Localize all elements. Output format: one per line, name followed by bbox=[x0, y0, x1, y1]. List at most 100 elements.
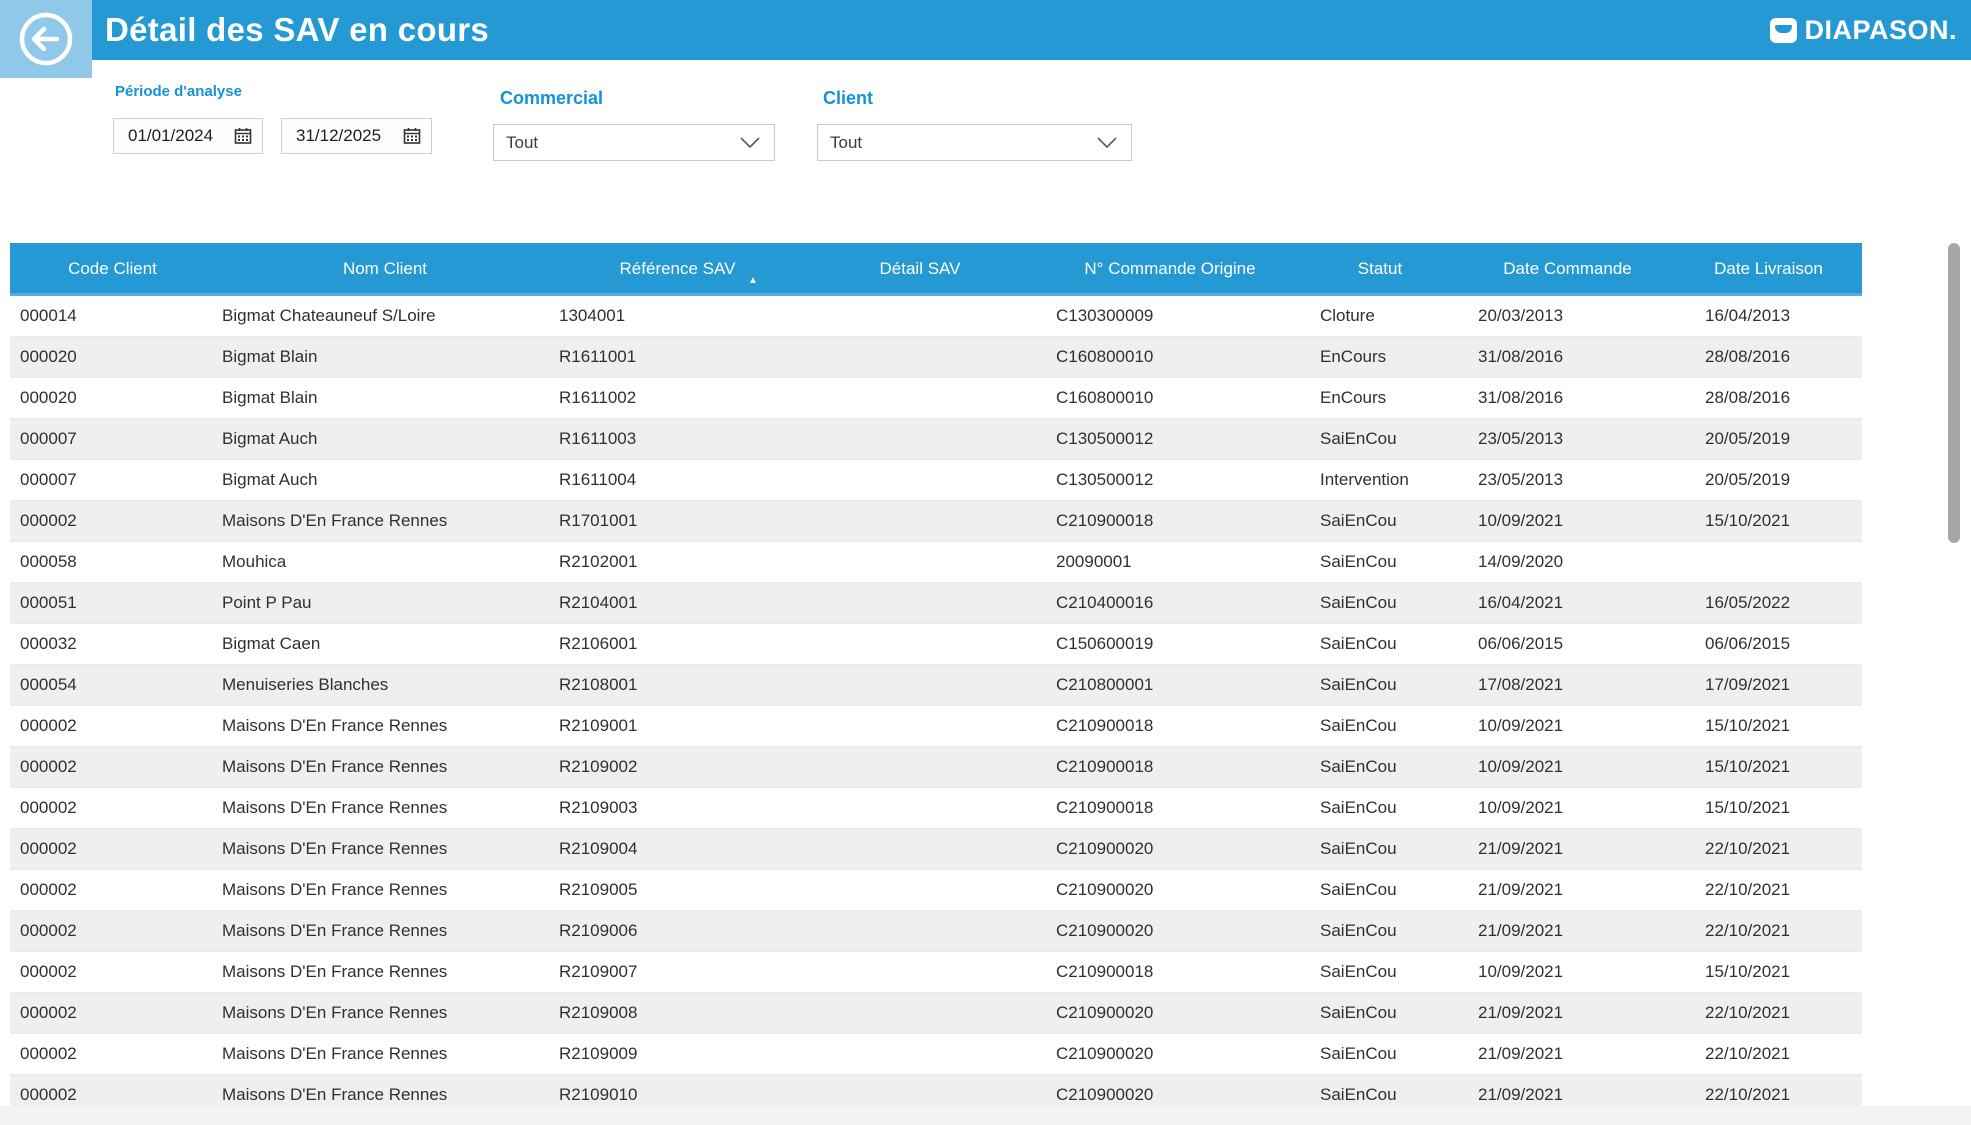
column-header-date-livraison[interactable]: Date Livraison bbox=[1675, 243, 1862, 293]
cell-date-livraison: 20/05/2019 bbox=[1675, 460, 1862, 500]
cell-statut: Intervention bbox=[1300, 460, 1460, 500]
cell-detail-sav bbox=[800, 747, 1040, 787]
table-row[interactable]: 000002Maisons D'En France RennesR2109006… bbox=[10, 911, 1862, 952]
cell-detail-sav bbox=[800, 378, 1040, 418]
cell-date-livraison: 22/10/2021 bbox=[1675, 1075, 1862, 1106]
cell-date-livraison: 20/05/2019 bbox=[1675, 419, 1862, 459]
table-row[interactable]: 000020Bigmat BlainR1611002C160800010EnCo… bbox=[10, 378, 1862, 419]
cell-nom-client: Maisons D'En France Rennes bbox=[215, 952, 555, 992]
cell-nom-client: Menuiseries Blanches bbox=[215, 665, 555, 705]
cell-detail-sav bbox=[800, 542, 1040, 582]
cell-detail-sav bbox=[800, 583, 1040, 623]
calendar-icon[interactable] bbox=[403, 127, 421, 145]
cell-statut: SaiEnCou bbox=[1300, 993, 1460, 1033]
cell-detail-sav bbox=[800, 460, 1040, 500]
cell-date-commande: 21/09/2021 bbox=[1460, 829, 1675, 869]
cell-commande-origine: 20090001 bbox=[1040, 542, 1300, 582]
chevron-down-icon bbox=[1097, 137, 1117, 149]
start-date-input[interactable]: 01/01/2024 bbox=[113, 118, 263, 154]
cell-date-commande: 10/09/2021 bbox=[1460, 706, 1675, 746]
cell-date-livraison: 28/08/2016 bbox=[1675, 337, 1862, 377]
cell-date-commande: 23/05/2013 bbox=[1460, 419, 1675, 459]
cell-reference-sav: 1304001 bbox=[555, 296, 800, 336]
cell-nom-client: Bigmat Blain bbox=[215, 378, 555, 418]
column-header-statut[interactable]: Statut bbox=[1300, 243, 1460, 293]
start-date-value: 01/01/2024 bbox=[128, 126, 213, 146]
cell-reference-sav: R1611002 bbox=[555, 378, 800, 418]
cell-nom-client: Mouhica bbox=[215, 542, 555, 582]
cell-statut: SaiEnCou bbox=[1300, 747, 1460, 787]
table-row[interactable]: 000014Bigmat Chateauneuf S/Loire1304001C… bbox=[10, 296, 1862, 337]
cell-detail-sav bbox=[800, 911, 1040, 951]
cell-date-commande: 17/08/2021 bbox=[1460, 665, 1675, 705]
cell-nom-client: Bigmat Auch bbox=[215, 419, 555, 459]
calendar-icon[interactable] bbox=[234, 127, 252, 145]
cell-commande-origine: C130500012 bbox=[1040, 419, 1300, 459]
cell-detail-sav bbox=[800, 296, 1040, 336]
client-dropdown[interactable]: Tout bbox=[817, 124, 1132, 161]
table-row[interactable]: 000007Bigmat AuchR1611004C130500012Inter… bbox=[10, 460, 1862, 501]
vertical-scrollbar-thumb[interactable] bbox=[1948, 243, 1960, 543]
cell-date-livraison: 15/10/2021 bbox=[1675, 706, 1862, 746]
table-row[interactable]: 000002Maisons D'En France RennesR2109004… bbox=[10, 829, 1862, 870]
cell-code-client: 000002 bbox=[10, 1034, 215, 1074]
cell-code-client: 000002 bbox=[10, 706, 215, 746]
back-button[interactable] bbox=[0, 0, 92, 78]
cell-detail-sav bbox=[800, 706, 1040, 746]
cell-statut: SaiEnCou bbox=[1300, 665, 1460, 705]
cell-reference-sav: R2109010 bbox=[555, 1075, 800, 1106]
cell-date-commande: 10/09/2021 bbox=[1460, 747, 1675, 787]
table-row[interactable]: 000002Maisons D'En France RennesR1701001… bbox=[10, 501, 1862, 542]
cell-statut: SaiEnCou bbox=[1300, 952, 1460, 992]
table-row[interactable]: 000007Bigmat AuchR1611003C130500012SaiEn… bbox=[10, 419, 1862, 460]
cell-code-client: 000058 bbox=[10, 542, 215, 582]
cell-commande-origine: C210900018 bbox=[1040, 747, 1300, 787]
column-header-commande-origine[interactable]: N° Commande Origine bbox=[1040, 243, 1300, 293]
cell-nom-client: Maisons D'En France Rennes bbox=[215, 1075, 555, 1106]
column-header-code-client[interactable]: Code Client bbox=[10, 243, 215, 293]
column-header-nom-client[interactable]: Nom Client bbox=[215, 243, 555, 293]
horizontal-scrollbar-track[interactable] bbox=[0, 1106, 1971, 1125]
cell-date-livraison: 28/08/2016 bbox=[1675, 378, 1862, 418]
end-date-input[interactable]: 31/12/2025 bbox=[281, 118, 432, 154]
commercial-dropdown[interactable]: Tout bbox=[493, 124, 775, 161]
cell-commande-origine: C210800001 bbox=[1040, 665, 1300, 705]
table-row[interactable]: 000002Maisons D'En France RennesR2109007… bbox=[10, 952, 1862, 993]
table-row[interactable]: 000051Point P PauR2104001C210400016SaiEn… bbox=[10, 583, 1862, 624]
table-row[interactable]: 000032Bigmat CaenR2106001C150600019SaiEn… bbox=[10, 624, 1862, 665]
table-row[interactable]: 000002Maisons D'En France RennesR2109008… bbox=[10, 993, 1862, 1034]
cell-code-client: 000020 bbox=[10, 337, 215, 377]
table-row[interactable]: 000020Bigmat BlainR1611001C160800010EnCo… bbox=[10, 337, 1862, 378]
cell-commande-origine: C210900018 bbox=[1040, 788, 1300, 828]
cell-commande-origine: C150600019 bbox=[1040, 624, 1300, 664]
cell-reference-sav: R2102001 bbox=[555, 542, 800, 582]
cell-date-livraison: 15/10/2021 bbox=[1675, 788, 1862, 828]
cell-date-commande: 21/09/2021 bbox=[1460, 911, 1675, 951]
cell-date-commande: 06/06/2015 bbox=[1460, 624, 1675, 664]
cell-statut: SaiEnCou bbox=[1300, 583, 1460, 623]
cell-date-livraison: 17/09/2021 bbox=[1675, 665, 1862, 705]
column-header-reference-sav[interactable]: Référence SAV bbox=[555, 243, 800, 293]
table-row[interactable]: 000002Maisons D'En France RennesR2109001… bbox=[10, 706, 1862, 747]
cell-nom-client: Bigmat Chateauneuf S/Loire bbox=[215, 296, 555, 336]
table-row[interactable]: 000002Maisons D'En France RennesR2109005… bbox=[10, 870, 1862, 911]
cell-commande-origine: C210400016 bbox=[1040, 583, 1300, 623]
cell-date-livraison: 16/04/2013 bbox=[1675, 296, 1862, 336]
cell-commande-origine: C130300009 bbox=[1040, 296, 1300, 336]
table-row[interactable]: 000002Maisons D'En France RennesR2109009… bbox=[10, 1034, 1862, 1075]
cell-commande-origine: C210900018 bbox=[1040, 501, 1300, 541]
cell-code-client: 000007 bbox=[10, 419, 215, 459]
table-row[interactable]: 000058MouhicaR210200120090001SaiEnCou14/… bbox=[10, 542, 1862, 583]
table-header-row: Code ClientNom ClientRéférence SAVDétail… bbox=[10, 243, 1862, 296]
table-row[interactable]: 000002Maisons D'En France RennesR2109010… bbox=[10, 1075, 1862, 1106]
column-header-detail-sav[interactable]: Détail SAV bbox=[800, 243, 1040, 293]
cell-reference-sav: R2106001 bbox=[555, 624, 800, 664]
cell-reference-sav: R2108001 bbox=[555, 665, 800, 705]
cell-detail-sav bbox=[800, 1075, 1040, 1106]
column-header-date-commande[interactable]: Date Commande bbox=[1460, 243, 1675, 293]
table-row[interactable]: 000002Maisons D'En France RennesR2109003… bbox=[10, 788, 1862, 829]
cell-reference-sav: R2109004 bbox=[555, 829, 800, 869]
table-row[interactable]: 000002Maisons D'En France RennesR2109002… bbox=[10, 747, 1862, 788]
table-row[interactable]: 000054Menuiseries BlanchesR2108001C21080… bbox=[10, 665, 1862, 706]
cell-nom-client: Bigmat Auch bbox=[215, 460, 555, 500]
